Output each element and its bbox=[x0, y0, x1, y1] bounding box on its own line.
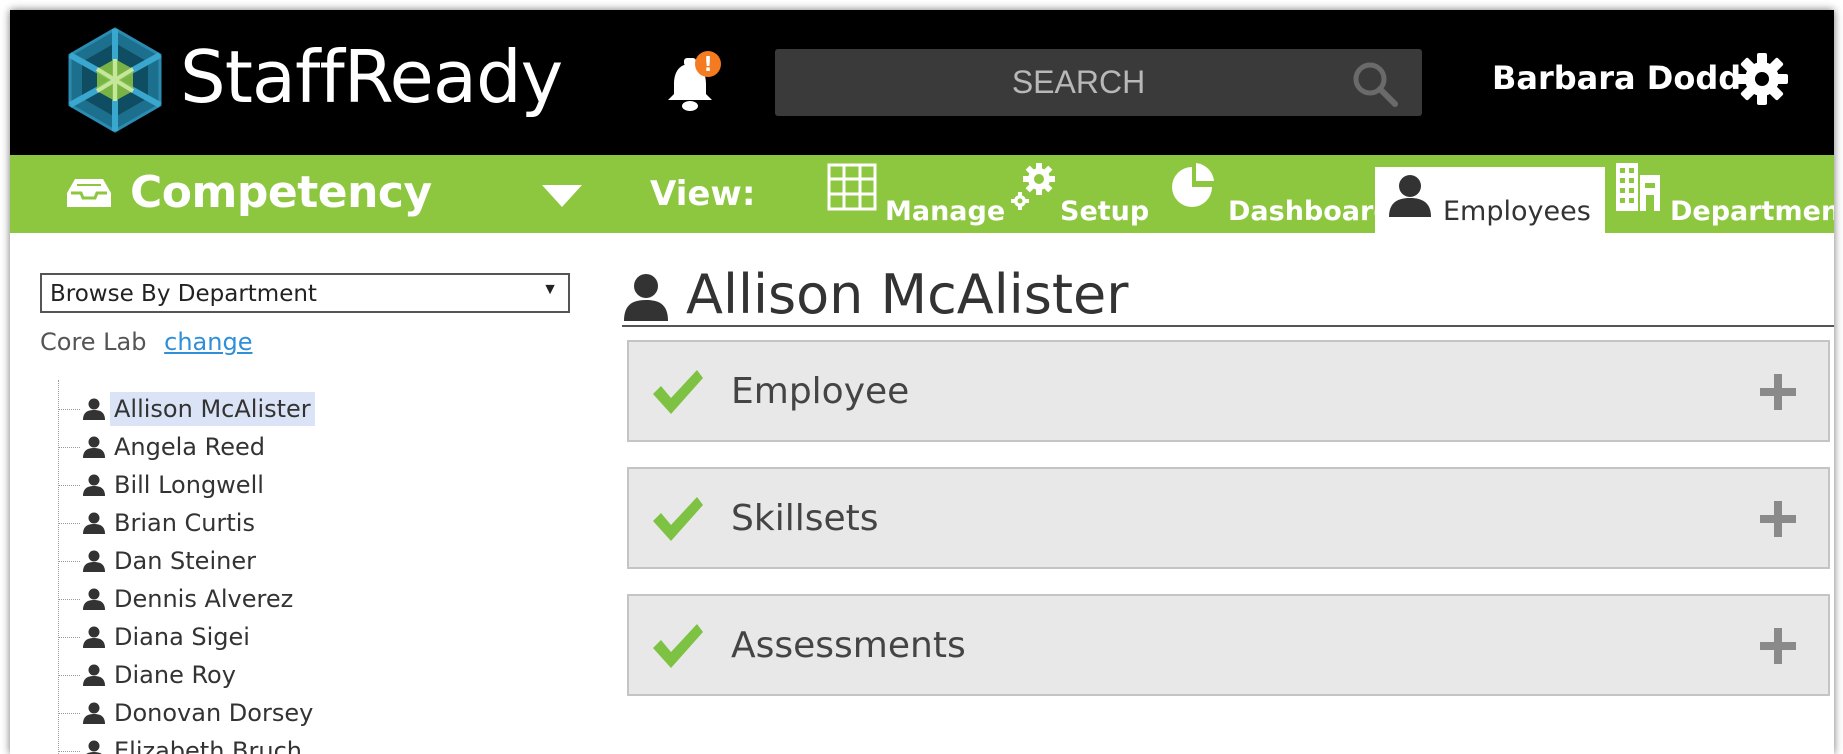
employee-name: Donovan Dorsey bbox=[114, 699, 314, 727]
browse-by-select-value: Browse By Department bbox=[50, 281, 317, 307]
tab-setup-label: Setup bbox=[1060, 196, 1150, 227]
select-arrow-icon: ▼ bbox=[542, 281, 558, 298]
search-box bbox=[775, 49, 1422, 116]
employee-name: Angela Reed bbox=[114, 433, 265, 461]
tab-departments-label: Departments bbox=[1670, 196, 1834, 227]
person-icon bbox=[86, 740, 102, 754]
grid-icon bbox=[827, 163, 877, 211]
section-skillsets[interactable]: Skillsets bbox=[627, 467, 1830, 569]
gears-icon bbox=[1011, 163, 1055, 210]
tab-manage[interactable]: Manage bbox=[815, 155, 1005, 233]
pie-chart-icon bbox=[1172, 163, 1214, 207]
tab-manage-label: Manage bbox=[885, 196, 1006, 227]
checkmark-icon bbox=[653, 497, 703, 541]
person-icon bbox=[83, 702, 105, 724]
search-icon[interactable] bbox=[1350, 59, 1400, 109]
section-employee[interactable]: Employee bbox=[627, 340, 1830, 442]
department-row: Core Lab change bbox=[40, 326, 252, 358]
building-icon bbox=[1616, 163, 1660, 211]
module-name[interactable]: Competency bbox=[130, 163, 432, 223]
notification-bell-icon[interactable]: ! bbox=[660, 46, 730, 116]
app-window: StaffReady ! Barbara Dodd bbox=[10, 10, 1834, 754]
search-input[interactable] bbox=[775, 49, 1422, 116]
expand-plus-icon[interactable] bbox=[1758, 626, 1798, 666]
employee-name: Allison McAlister bbox=[110, 392, 315, 426]
tab-setup[interactable]: Setup bbox=[1000, 155, 1150, 233]
person-icon bbox=[624, 274, 668, 321]
expand-plus-icon[interactable] bbox=[1758, 372, 1798, 412]
section-assessments[interactable]: Assessments bbox=[627, 594, 1830, 696]
top-bar: StaffReady ! Barbara Dodd bbox=[10, 10, 1834, 155]
employee-tree: Allison McAlister Angela Reed Bill Longw… bbox=[40, 380, 580, 754]
employee-name: Diane Roy bbox=[114, 661, 236, 689]
user-name[interactable]: Barbara Dodd bbox=[1492, 56, 1741, 100]
person-icon bbox=[1389, 175, 1431, 217]
section-title: Skillsets bbox=[731, 498, 879, 539]
brand-name: StaffReady bbox=[180, 35, 563, 119]
person-icon bbox=[83, 664, 105, 686]
tab-departments[interactable]: Departments bbox=[1608, 155, 1834, 233]
person-icon bbox=[83, 474, 105, 496]
person-icon bbox=[83, 626, 105, 648]
employee-name: Dan Steiner bbox=[114, 547, 256, 575]
tab-dashboard[interactable]: Dashboard bbox=[1160, 155, 1393, 233]
section-title: Assessments bbox=[731, 625, 966, 666]
checkmark-icon bbox=[653, 370, 703, 414]
tab-employees-label: Employees bbox=[1443, 196, 1591, 227]
tree-connector bbox=[58, 380, 59, 754]
employee-name: Dennis Alverez bbox=[114, 585, 294, 613]
section-title: Employee bbox=[731, 371, 910, 412]
page-title: Allison McAlister bbox=[686, 263, 1129, 326]
inbox-tray-icon bbox=[67, 179, 111, 207]
page-header: Allison McAlister bbox=[622, 263, 1834, 327]
tab-dashboard-label: Dashboard bbox=[1228, 196, 1393, 227]
department-name: Core Lab bbox=[40, 328, 147, 356]
person-icon bbox=[83, 436, 105, 458]
employee-name: Diana Sigei bbox=[114, 623, 250, 651]
checkmark-icon bbox=[653, 624, 703, 668]
browse-by-select[interactable]: Browse By Department ▼ bbox=[40, 273, 570, 313]
employee-name: Elizabeth Bruch bbox=[114, 737, 303, 754]
logo-icon bbox=[68, 27, 162, 133]
notification-badge: ! bbox=[703, 52, 712, 76]
tab-employees[interactable]: Employees bbox=[1375, 167, 1605, 233]
module-nav-bar: Competency View: Manage Setup Dashboard … bbox=[10, 155, 1834, 233]
chevron-down-icon[interactable] bbox=[538, 181, 586, 211]
expand-plus-icon[interactable] bbox=[1758, 499, 1798, 539]
person-icon bbox=[83, 512, 105, 534]
person-icon bbox=[83, 550, 105, 572]
view-label: View: bbox=[650, 174, 756, 214]
employee-name: Brian Curtis bbox=[114, 509, 255, 537]
employee-name: Bill Longwell bbox=[114, 471, 264, 499]
gear-icon[interactable] bbox=[1735, 52, 1789, 106]
person-icon bbox=[83, 588, 105, 610]
person-icon bbox=[83, 398, 105, 420]
change-department-link[interactable]: change bbox=[164, 328, 252, 356]
